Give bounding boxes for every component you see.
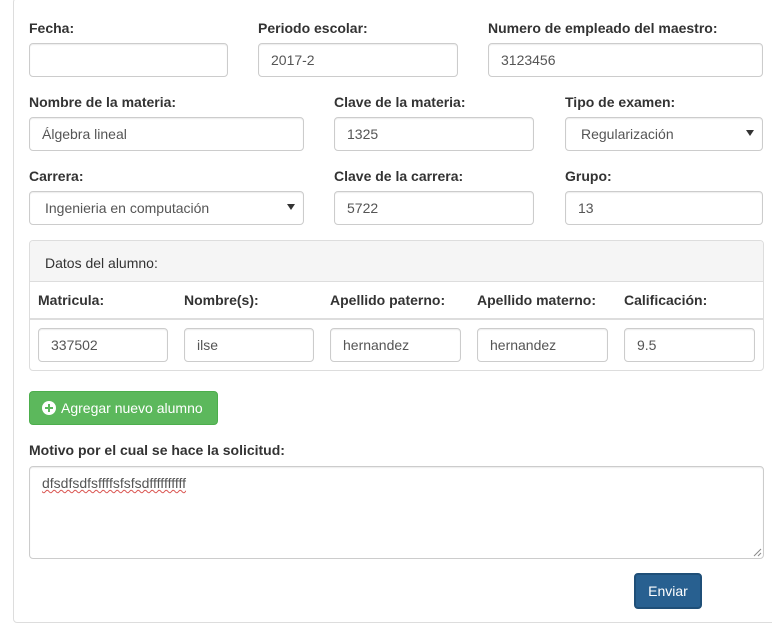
carrera-value: Ingenieria en computación [45, 200, 210, 216]
carrera-label: Carrera: [29, 168, 84, 184]
calificacion-input[interactable]: 9.5 [624, 328, 755, 362]
add-student-label: Agregar nuevo alumno [61, 400, 203, 416]
carrera-select[interactable]: Ingenieria en computación [29, 191, 304, 225]
motivo-textarea[interactable]: dfsdfsdfsffffsfsfsdffffffffff [29, 466, 764, 559]
grupo-input[interactable]: 13 [565, 191, 763, 225]
tipo-examen-value: Regularización [581, 126, 674, 142]
motivo-text: dfsdfsdfsffffsfsfsdffffffffff [42, 475, 187, 491]
grupo-label: Grupo: [565, 168, 612, 184]
alumno-panel-heading: Datos del alumno: [30, 241, 763, 282]
materia-input[interactable]: Álgebra lineal [29, 117, 304, 151]
clave-carrera-label: Clave de la carrera: [334, 168, 464, 184]
table-header-divider [30, 318, 763, 320]
materia-label: Nombre de la materia: [29, 94, 177, 110]
fecha-input[interactable] [29, 43, 228, 77]
tipo-examen-select[interactable]: Regularización [565, 117, 763, 151]
col-calificacion-header: Calificación: [624, 292, 708, 308]
clave-carrera-input[interactable]: 5722 [334, 191, 534, 225]
col-nombre-header: Nombre(s): [184, 292, 259, 308]
col-apellido-paterno-header: Apellido paterno: [330, 292, 446, 308]
alumno-panel: Datos del alumno: Matricula: Nombre(s): … [29, 240, 764, 371]
num-empleado-input[interactable]: 3123456 [488, 43, 763, 77]
submit-button[interactable]: Enviar [634, 573, 702, 609]
clave-materia-input[interactable]: 1325 [334, 117, 534, 151]
periodo-label: Periodo escolar: [258, 20, 368, 36]
caret-down-icon [746, 130, 754, 136]
clave-materia-label: Clave de la materia: [334, 94, 466, 110]
motivo-label: Motivo por el cual se hace la solicitud: [29, 442, 285, 458]
add-student-button[interactable]: Agregar nuevo alumno [29, 391, 218, 425]
apellido-materno-input[interactable]: hernandez [477, 328, 608, 362]
alumno-panel-title: Datos del alumno: [45, 255, 158, 271]
periodo-input[interactable]: 2017-2 [258, 43, 458, 77]
tipo-examen-label: Tipo de examen: [565, 94, 676, 110]
col-matricula-header: Matricula: [38, 292, 105, 308]
num-empleado-label: Numero de empleado del maestro: [488, 20, 718, 36]
col-apellido-materno-header: Apellido materno: [477, 292, 597, 308]
fecha-label: Fecha: [29, 20, 75, 36]
plus-circle-icon [42, 401, 56, 415]
matricula-input[interactable]: 337502 [38, 328, 168, 362]
nombre-input[interactable]: ilse [184, 328, 314, 362]
caret-down-icon [287, 204, 295, 210]
apellido-paterno-input[interactable]: hernandez [330, 328, 461, 362]
resize-grip-icon[interactable] [752, 547, 762, 557]
